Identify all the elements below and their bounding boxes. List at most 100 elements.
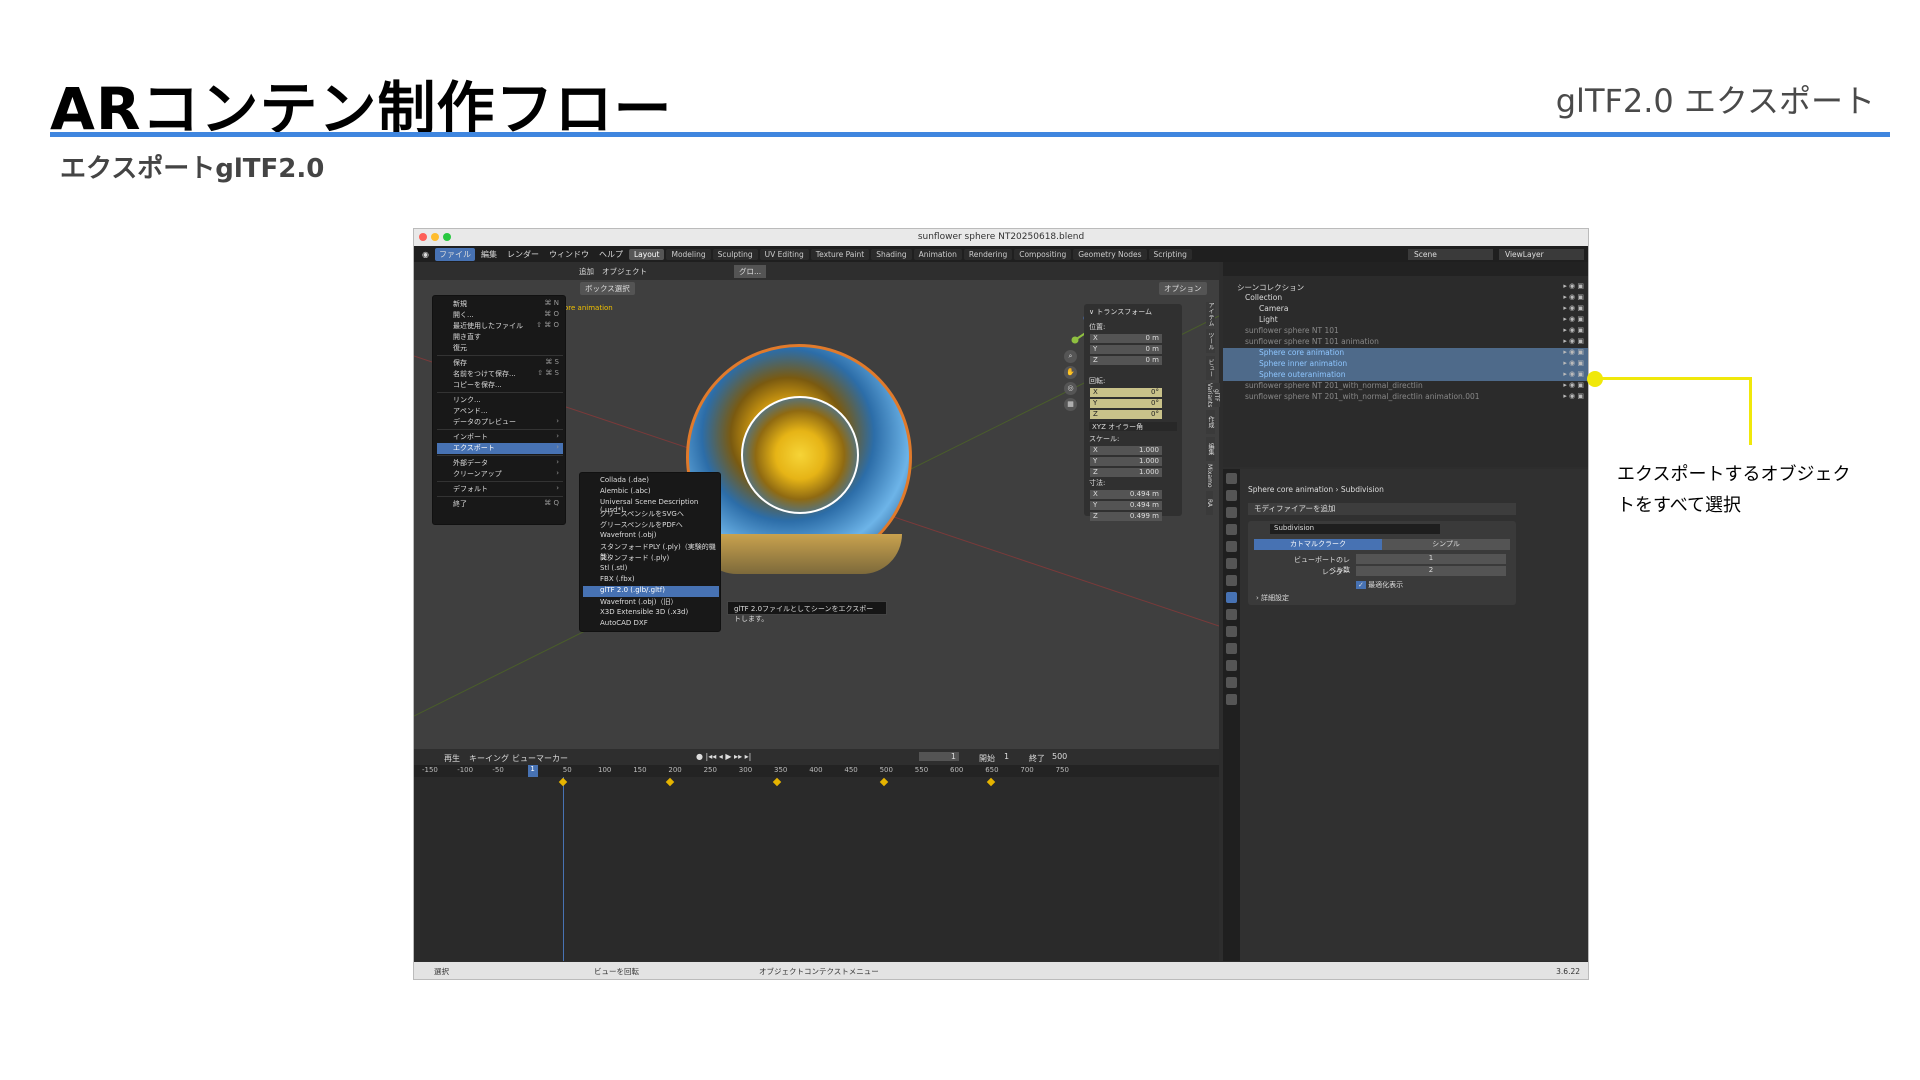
modifier-name-field[interactable]: Subdivision [1270, 524, 1440, 534]
tab-workspace[interactable]: Shading [871, 248, 912, 260]
outliner-row[interactable]: Light ▸ ◉ ▣ [1223, 315, 1588, 326]
options-button[interactable]: オプション [1159, 282, 1207, 295]
visibility-icons[interactable]: ▸ ◉ ▣ [1563, 359, 1584, 367]
file-menu-item[interactable]: エクスポート › [437, 443, 563, 454]
visibility-icons[interactable]: ▸ ◉ ▣ [1563, 282, 1584, 290]
export-menu-item[interactable]: glTF 2.0 (.glb/.gltf) [583, 586, 719, 597]
rotation-field[interactable]: Y 0° [1090, 399, 1162, 408]
camera-view-icon[interactable]: ◎ [1064, 382, 1077, 395]
export-menu-item[interactable]: グリースペンシルをPDFへ [583, 520, 719, 531]
file-menu-item[interactable]: 保存 ⌘ S [437, 358, 563, 369]
scale-field[interactable]: Z 1.000 [1090, 468, 1162, 477]
outliner-row[interactable]: sunflower sphere NT 101 ▸ ◉ ▣ [1223, 326, 1588, 337]
visibility-icons[interactable]: ▸ ◉ ▣ [1563, 326, 1584, 334]
tab-workspace[interactable]: Modeling [666, 248, 711, 260]
keyframe[interactable] [772, 777, 782, 787]
rotation-mode-select[interactable]: XYZ オイラー角 [1089, 422, 1177, 431]
file-menu-item[interactable]: 新規 ⌘ N [437, 299, 563, 310]
menu-3[interactable]: ウィンドウ [545, 248, 593, 261]
marker-menu[interactable]: マーカー [536, 753, 568, 764]
export-menu-item[interactable]: Alembic (.abc) [583, 487, 719, 498]
tab-workspace[interactable]: Compositing [1014, 248, 1072, 260]
start-frame-field[interactable]: 1 [1004, 752, 1024, 761]
visibility-icons[interactable]: ▸ ◉ ▣ [1563, 381, 1584, 389]
visibility-icons[interactable]: ▸ ◉ ▣ [1563, 337, 1584, 345]
zoom-icon[interactable]: ⌕ [1064, 350, 1077, 363]
zoom-window-icon[interactable] [443, 233, 451, 241]
sidebar-tab[interactable]: ビュー [1206, 356, 1215, 380]
properties-tabs[interactable] [1223, 469, 1240, 961]
export-menu-item[interactable]: Stl (.stl) [583, 564, 719, 575]
scale-field[interactable]: Y 1.000 [1090, 457, 1162, 466]
keying-menu[interactable]: キーイング [469, 753, 509, 764]
export-menu-item[interactable]: X3D Extensible 3D (.x3d) [583, 608, 719, 619]
box-select-button[interactable]: ボックス選択 [580, 282, 635, 295]
outliner-row[interactable]: sunflower sphere NT 201_with_normal_dire… [1223, 381, 1588, 392]
simple-button[interactable]: シンプル [1382, 539, 1510, 550]
visibility-icons[interactable]: ▸ ◉ ▣ [1563, 392, 1584, 400]
file-menu-item[interactable]: データのプレビュー › [437, 417, 563, 428]
tab-workspace[interactable]: Sculpting [712, 248, 758, 260]
tab-workspace[interactable]: Layout [628, 248, 665, 260]
view-layer-field[interactable]: ViewLayer [1499, 248, 1584, 260]
location-field[interactable]: Y 0 m [1090, 345, 1162, 354]
timeline-playhead[interactable] [563, 777, 564, 961]
menu-1[interactable]: 編集 [477, 248, 501, 261]
keyframe[interactable] [986, 777, 996, 787]
outliner-row[interactable]: Collection ▸ ◉ ▣ [1223, 293, 1588, 304]
object-menu[interactable]: オブジェクト [602, 266, 647, 277]
export-menu-item[interactable]: グリースペンシルをSVGへ [583, 509, 719, 520]
menu-4[interactable]: ヘルプ [595, 248, 627, 261]
advanced-section[interactable]: › 詳細設定 [1256, 593, 1289, 603]
sidebar-tab[interactable]: Mixamo [1206, 464, 1213, 488]
visibility-icons[interactable]: ▸ ◉ ▣ [1563, 293, 1584, 301]
timeline-ruler[interactable]: -150 -100 -50 1 50 100 150 200 250 300 350 400 450 50… [414, 765, 1219, 777]
export-menu-item[interactable]: Wavefront (.obj) [583, 531, 719, 542]
tab-workspace[interactable]: Rendering [963, 248, 1013, 260]
rotation-field[interactable]: Z 0° [1090, 410, 1162, 419]
file-menu-item[interactable]: 復元 [437, 343, 563, 354]
scale-field[interactable]: X 1.000 [1090, 446, 1162, 455]
perspective-icon[interactable]: ▦ [1064, 398, 1077, 411]
minimize-window-icon[interactable] [431, 233, 439, 241]
file-menu-item[interactable]: 終了 ⌘ Q [437, 499, 563, 510]
end-frame-field[interactable]: 500 [1052, 752, 1072, 761]
keyframe[interactable] [665, 777, 675, 787]
sidebar-tab[interactable]: アイテム [1206, 302, 1215, 326]
file-menu-item[interactable]: 名前をつけて保存... ⇧ ⌘ S [437, 369, 563, 380]
dimension-field[interactable]: Y 0.494 m [1090, 501, 1162, 510]
outliner-row[interactable]: Sphere inner animation ▸ ◉ ▣ [1223, 359, 1588, 370]
sidebar-tab[interactable]: ツール [1206, 329, 1215, 353]
sidebar-tab[interactable]: glTF Variants [1206, 383, 1220, 407]
outliner-row[interactable]: シーンコレクション ▸ ◉ ▣ [1223, 282, 1588, 293]
transform-header[interactable]: ∨ トランスフォーム [1089, 307, 1177, 317]
file-menu-item[interactable]: リンク... [437, 395, 563, 406]
sidebar-tab[interactable]: 作成 [1206, 410, 1215, 434]
tab-workspace[interactable]: Animation [913, 248, 962, 260]
export-menu-item[interactable]: スタンフォードPLY (.ply)（実験的機能） [583, 542, 719, 561]
render-levels-field[interactable]: 2 [1356, 566, 1506, 576]
close-window-icon[interactable] [419, 233, 427, 241]
file-menu-item[interactable]: 外部データ › [437, 458, 563, 469]
current-frame-field[interactable]: 1 [919, 752, 959, 761]
export-menu-item[interactable]: Universal Scene Description (.usd*) [583, 498, 719, 514]
outliner-row[interactable]: sunflower sphere NT 201_with_normal_dire… [1223, 392, 1588, 403]
sidebar-tab[interactable]: 編集 [1206, 437, 1215, 461]
pan-hand-icon[interactable]: ✋ [1064, 366, 1077, 379]
sphere-inner[interactable] [741, 396, 859, 514]
file-menu-item[interactable]: 開く... ⌘ O [437, 310, 563, 321]
window-controls[interactable] [419, 233, 451, 241]
outliner-row[interactable]: Camera ▸ ◉ ▣ [1223, 304, 1588, 315]
tab-workspace[interactable]: Geometry Nodes [1073, 248, 1147, 260]
file-menu-item[interactable]: デフォルト › [437, 484, 563, 495]
file-menu-item[interactable]: クリーンアップ › [437, 469, 563, 480]
catmull-clark-button[interactable]: カトマルクラーク [1254, 539, 1382, 550]
export-menu-item[interactable]: Collada (.dae) [583, 476, 719, 487]
outliner-row[interactable]: Sphere core animation ▸ ◉ ▣ [1223, 348, 1588, 359]
tab-workspace[interactable]: Scripting [1148, 248, 1192, 260]
location-field[interactable]: X 0 m [1090, 334, 1162, 343]
file-menu-item[interactable]: 開き直す [437, 332, 563, 343]
file-menu-item[interactable]: 最近使用したファイル ⇧ ⌘ O [437, 321, 563, 332]
transform-orientation[interactable]: グロ... [734, 265, 767, 278]
rotation-field[interactable]: X 0° [1090, 388, 1162, 397]
